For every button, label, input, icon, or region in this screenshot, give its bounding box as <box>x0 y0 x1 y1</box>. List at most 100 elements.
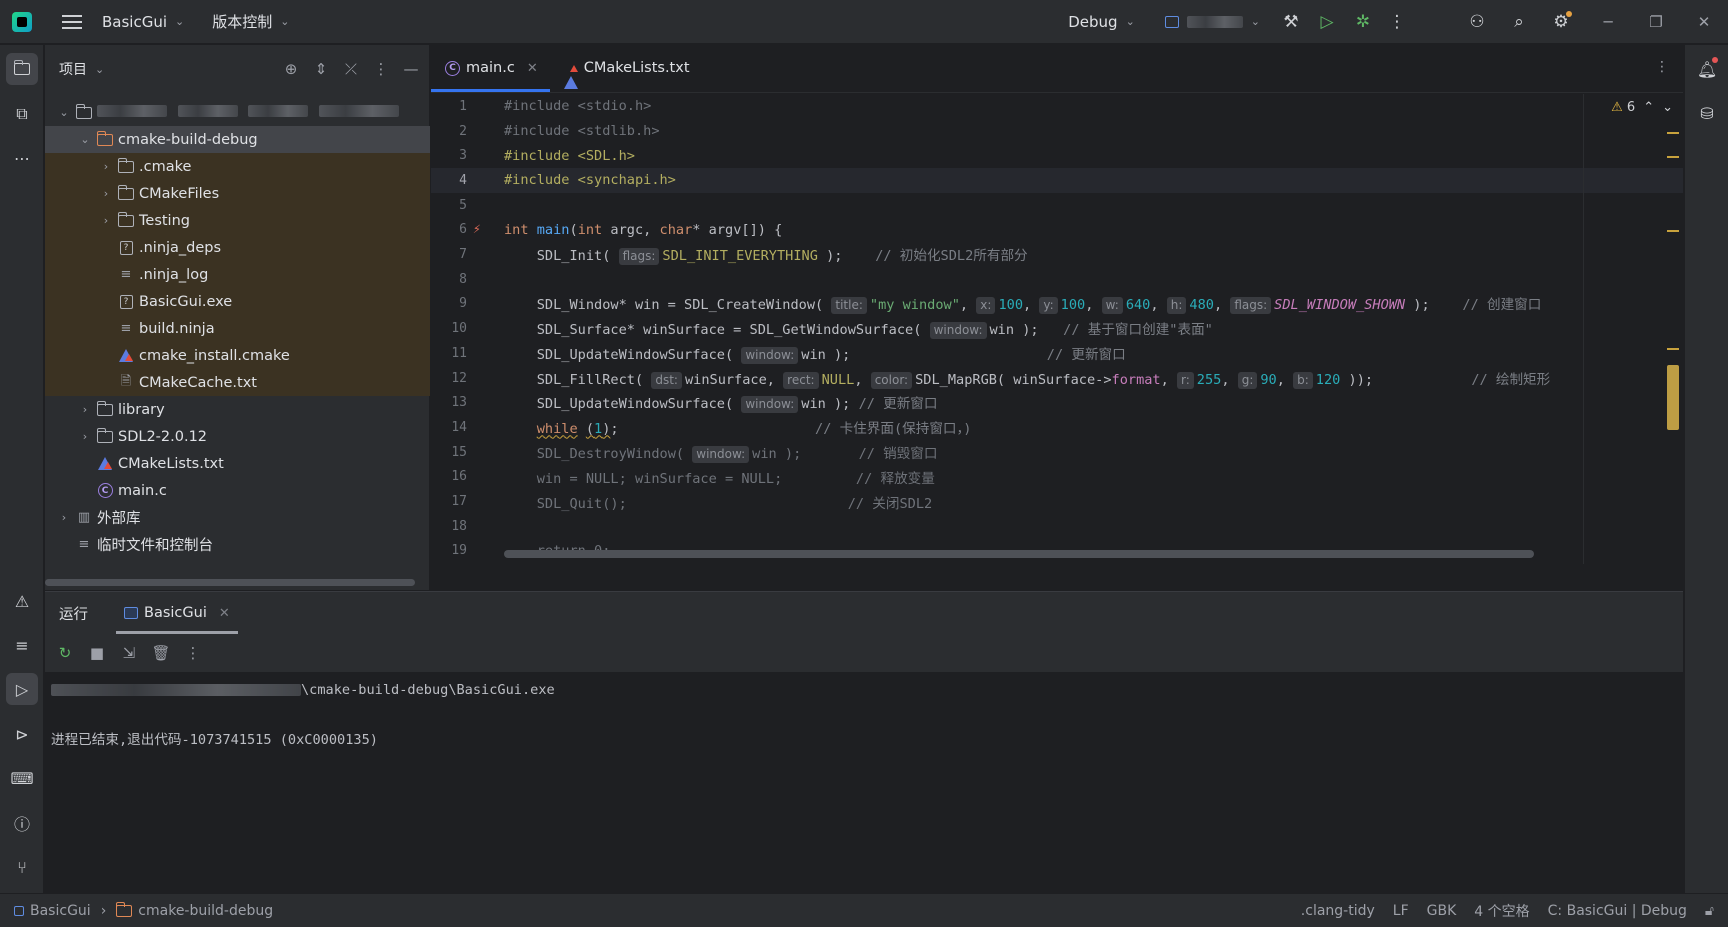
code-line[interactable]: 15 SDL_DestroyWindow( window: win ); // 销… <box>431 440 1683 465</box>
debug-bug-icon[interactable]: ✲ <box>1352 11 1374 33</box>
code-line[interactable]: 16 win = NULL; winSurface = NULL; // 释放变… <box>431 465 1683 490</box>
chevron-right-icon[interactable]: › <box>99 187 113 200</box>
code-line[interactable]: 13 SDL_UpdateWindowSurface( window: win )… <box>431 390 1683 415</box>
close-tab-icon[interactable]: ✕ <box>527 61 538 76</box>
code-line[interactable]: 3 #include <SDL.h> <box>431 143 1683 168</box>
clear-trash-icon[interactable]: 🗑︎ <box>151 644 171 662</box>
code-line[interactable]: 2 #include <stdlib.h> <box>431 119 1683 144</box>
code-line[interactable]: 9 SDL_Window* win = SDL_CreateWindow( ti… <box>431 292 1683 317</box>
tree-item[interactable]: ≡ .ninja_log <box>45 261 430 288</box>
chevron-right-icon[interactable]: › <box>78 430 92 443</box>
breadcrumb-folder[interactable]: cmake-build-debug <box>138 903 273 919</box>
code-area[interactable]: 1 #include <stdio.h> 2 #include <stdlib.h> 3… <box>431 94 1683 564</box>
code-line[interactable]: 6 ⚡ int main(int argc, char* argv[]) { <box>431 218 1683 243</box>
tree-item[interactable]: › ▥ 外部库 <box>45 504 430 531</box>
notifications-bell-icon[interactable]: 🔔︎ <box>1691 53 1723 85</box>
clang-tidy-status[interactable]: .clang-tidy <box>1301 903 1375 919</box>
code-line[interactable]: 10 SDL_Surface* winSurface = SDL_GetWind… <box>431 316 1683 341</box>
code-line[interactable]: 12 SDL_FillRect( dst: winSurface, rect: NU… <box>431 366 1683 391</box>
code-line[interactable]: 11 SDL_UpdateWindowSurface( window: win )… <box>431 341 1683 366</box>
more-actions-icon[interactable]: ⋮ <box>1386 11 1408 33</box>
chevron-right-icon[interactable]: › <box>78 403 92 416</box>
database-icon[interactable]: ⛁ <box>1691 97 1723 129</box>
project-panel-title[interactable]: 项目 <box>59 59 87 79</box>
run-icon[interactable]: ▷ <box>1316 11 1338 33</box>
project-tool-icon[interactable] <box>6 53 38 85</box>
close-tab-icon[interactable]: ✕ <box>219 606 230 621</box>
gutter-run-icon[interactable]: ⚡ <box>473 222 481 237</box>
tree-item[interactable]: Cmain.c <box>45 477 430 504</box>
more-options-icon[interactable]: ⋮ <box>183 644 203 662</box>
read-only-lock-icon[interactable]: 🔓︎ <box>1705 903 1714 919</box>
code-line[interactable]: 8 <box>431 267 1683 292</box>
editor-horizontal-scrollbar[interactable] <box>504 550 1534 558</box>
code-line[interactable]: 7 SDL_Init( flags: SDL_INIT_EVERYTHING );… <box>431 242 1683 267</box>
services-icon[interactable]: ⊳ <box>6 718 38 750</box>
rerun-icon[interactable]: ↻ <box>55 644 75 662</box>
project-horizontal-scrollbar[interactable] <box>45 579 415 586</box>
chevron-right-icon[interactable]: › <box>57 511 71 524</box>
structure-tool-icon[interactable]: ⧉ <box>6 98 38 130</box>
chevron-down-icon[interactable]: ⌄ <box>57 106 71 119</box>
project-selector[interactable]: BasicGui ⌄ <box>102 0 184 44</box>
target-selector[interactable]: ⌄ <box>1164 0 1260 44</box>
locate-target-icon[interactable]: ⊕ <box>281 60 301 78</box>
git-branch-icon[interactable]: ⑂ <box>6 851 38 883</box>
settings-gear-icon[interactable]: ⚙ <box>1550 10 1572 33</box>
tree-item[interactable]: ⌄ cmake-build-debug <box>45 126 430 153</box>
indent-status[interactable]: 4 个空格 <box>1474 901 1529 921</box>
run-tool-icon[interactable]: ▷ <box>6 673 38 705</box>
chevron-right-icon[interactable]: › <box>99 214 113 227</box>
restore-icon[interactable]: ❐ <box>1632 0 1680 44</box>
code-line[interactable]: 5 <box>431 193 1683 218</box>
chevron-down-icon[interactable]: ⌄ <box>78 133 92 146</box>
editor-tab[interactable]: Cmain.c ✕ <box>431 44 550 92</box>
problems-warning-icon[interactable]: ⚠ <box>6 585 38 617</box>
console-output[interactable]: \cmake-build-debug\BasicGui.exe 进程已结束,退出代… <box>45 672 1683 756</box>
tree-item[interactable]: ? BasicGui.exe <box>45 288 430 315</box>
collapse-all-icon[interactable]: ⤫ <box>341 60 361 78</box>
tree-item[interactable]: ? .ninja_deps <box>45 234 430 261</box>
problems-icon[interactable]: ⓘ <box>6 807 38 839</box>
context-status[interactable]: C: BasicGui | Debug <box>1548 903 1687 919</box>
run-tab-basicgui[interactable]: BasicGui ✕ <box>116 592 238 634</box>
editor-tab[interactable]: CMakeLists.txt <box>550 44 702 92</box>
tree-item[interactable]: › library <box>45 396 430 423</box>
tree-item[interactable]: cmake_install.cmake <box>45 342 430 369</box>
stop-icon[interactable]: ■ <box>87 644 107 662</box>
tree-item[interactable]: 🗎 CMakeCache.txt <box>45 369 430 396</box>
code-line[interactable]: 1 #include <stdio.h> <box>431 94 1683 119</box>
expand-all-icon[interactable]: ⇕ <box>311 60 331 78</box>
terminal-icon[interactable]: ⌨ <box>6 762 38 794</box>
todo-list-icon[interactable]: ≡ <box>6 629 38 661</box>
editor-vertical-scrollbar[interactable] <box>1667 365 1679 430</box>
tree-item[interactable]: › .cmake <box>45 153 430 180</box>
code-line[interactable]: 17 SDL_Quit(); // 关闭SDL2 <box>431 489 1683 514</box>
code-line[interactable]: 14 while (1); // 卡住界面(保持窗口，) <box>431 415 1683 440</box>
tree-item[interactable]: ⌄ <box>45 99 430 126</box>
tree-item[interactable]: CMakeLists.txt <box>45 450 430 477</box>
build-hammer-icon[interactable]: ⚒ <box>1280 11 1302 33</box>
breadcrumb-project[interactable]: BasicGui <box>30 903 91 919</box>
tree-item[interactable]: › CMakeFiles <box>45 180 430 207</box>
line-separator-status[interactable]: LF <box>1393 903 1409 919</box>
vcs-menu[interactable]: 版本控制 ⌄ <box>212 0 289 44</box>
options-icon[interactable]: ⋮ <box>371 60 391 78</box>
tabs-options-icon[interactable]: ⋮ <box>1655 59 1669 75</box>
tree-item[interactable]: ≡ build.ninja <box>45 315 430 342</box>
hide-panel-icon[interactable]: — <box>401 60 421 78</box>
app-logo-icon[interactable] <box>12 11 32 32</box>
search-icon[interactable]: ⌕ <box>1508 11 1530 33</box>
encoding-status[interactable]: GBK <box>1427 903 1457 919</box>
run-config-selector[interactable]: Debug ⌄ <box>1068 0 1135 44</box>
main-menu-button[interactable] <box>62 0 82 44</box>
more-tools-icon[interactable]: ⋯ <box>6 142 38 174</box>
code-line[interactable]: 4 #include <synchapi.h> <box>431 168 1683 193</box>
chevron-right-icon[interactable]: › <box>99 160 113 173</box>
tree-item[interactable]: ≡ 临时文件和控制台 <box>45 531 430 558</box>
close-icon[interactable]: ✕ <box>1680 0 1728 44</box>
minimize-icon[interactable]: ─ <box>1584 0 1632 44</box>
tree-item[interactable]: › SDL2-2.0.12 <box>45 423 430 450</box>
tree-item[interactable]: › Testing <box>45 207 430 234</box>
add-user-icon[interactable]: ⚇ <box>1466 11 1488 33</box>
